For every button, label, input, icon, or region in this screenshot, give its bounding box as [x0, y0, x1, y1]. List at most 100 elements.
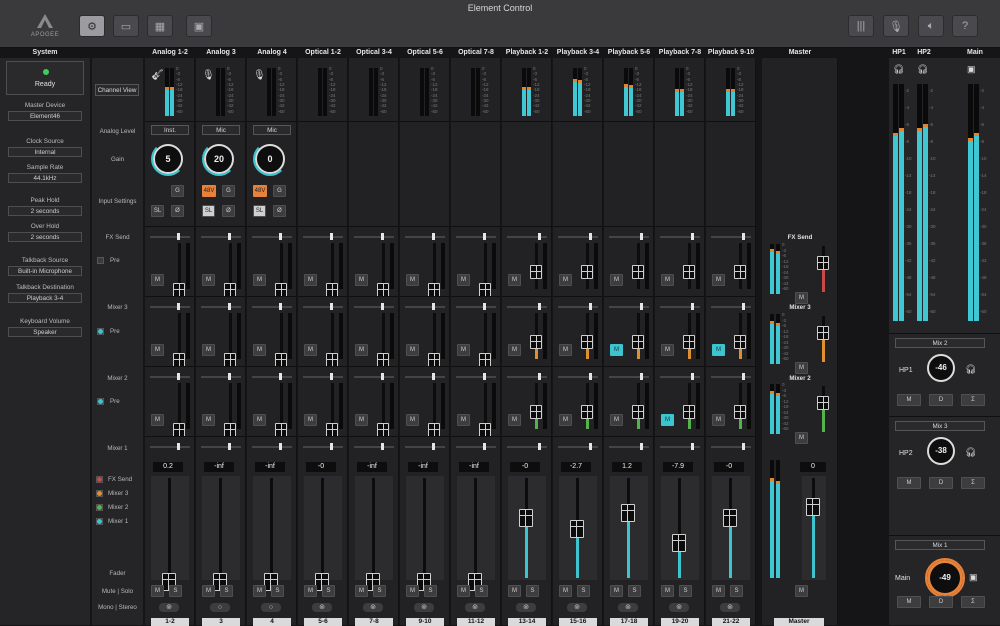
send-mute-button[interactable]: M: [151, 414, 164, 426]
send-mute-button[interactable]: M: [304, 414, 317, 426]
solo-button[interactable]: S: [322, 585, 335, 597]
pan-track[interactable]: [660, 446, 700, 448]
send-fader-cap[interactable]: [632, 335, 644, 349]
solo-button[interactable]: S: [475, 585, 488, 597]
pan-knob[interactable]: [589, 303, 592, 310]
pan-track[interactable]: [456, 376, 496, 378]
pan-knob[interactable]: [538, 443, 541, 450]
mix2-sum-button[interactable]: Σ: [961, 394, 985, 406]
send-fader-cap[interactable]: [275, 353, 287, 367]
main-fader-cap[interactable]: [621, 504, 635, 522]
send-mute-button[interactable]: M: [457, 274, 470, 286]
pan-knob[interactable]: [432, 303, 435, 310]
mixer3-pre-toggle[interactable]: [97, 328, 104, 335]
mute-button[interactable]: M: [253, 585, 266, 597]
pan-track[interactable]: [150, 306, 190, 308]
stereo-link-icon[interactable]: ⊚: [669, 603, 689, 612]
mute-button[interactable]: M: [610, 585, 623, 597]
send-mute-button[interactable]: M: [508, 344, 521, 356]
pan-track[interactable]: [660, 376, 700, 378]
phantom-power-button[interactable]: 48V: [202, 185, 216, 197]
send-fader-cap[interactable]: [377, 423, 389, 437]
pan-knob[interactable]: [228, 303, 231, 310]
mix1-mute-button[interactable]: M: [897, 596, 921, 608]
send-mute-button[interactable]: M: [508, 414, 521, 426]
mute-button[interactable]: M: [508, 585, 521, 597]
pan-knob[interactable]: [483, 233, 486, 240]
mixer2-pre-toggle[interactable]: [97, 398, 104, 405]
pan-knob[interactable]: [538, 303, 541, 310]
master-send-mute[interactable]: M: [795, 432, 808, 444]
main-fader-cap[interactable]: [672, 534, 686, 552]
softlimit-button[interactable]: SL: [202, 205, 215, 217]
softlimit-button[interactable]: SL: [151, 205, 164, 217]
send-fader-cap[interactable]: [632, 265, 644, 279]
solo-button[interactable]: S: [220, 585, 233, 597]
send-mute-button[interactable]: M: [406, 274, 419, 286]
send-fader-cap[interactable]: [581, 335, 593, 349]
pan-knob[interactable]: [691, 233, 694, 240]
pan-track[interactable]: [354, 446, 394, 448]
pan-knob[interactable]: [691, 303, 694, 310]
pan-knob[interactable]: [330, 233, 333, 240]
legend-toggle[interactable]: [96, 504, 103, 511]
send-mute-button[interactable]: M: [712, 344, 725, 356]
pan-knob[interactable]: [742, 373, 745, 380]
analog-level-select[interactable]: Mic: [202, 125, 240, 135]
meters-button[interactable]: |||: [848, 15, 874, 37]
help-button[interactable]: ?: [952, 15, 978, 37]
mixer-view-button[interactable]: ▦: [147, 15, 173, 37]
mono-icon[interactable]: ○: [261, 603, 281, 612]
master-send-mute[interactable]: M: [795, 292, 808, 304]
send-mute-button[interactable]: M: [559, 344, 572, 356]
send-mute-button[interactable]: M: [661, 274, 674, 286]
send-fader-cap[interactable]: [683, 265, 695, 279]
pan-knob[interactable]: [279, 233, 282, 240]
send-mute-button[interactable]: M: [253, 414, 266, 426]
send-mute-button[interactable]: M: [202, 274, 215, 286]
pan-track[interactable]: [201, 236, 241, 238]
pan-track[interactable]: [150, 446, 190, 448]
pan-knob[interactable]: [589, 373, 592, 380]
stereo-link-icon[interactable]: ⊚: [720, 603, 740, 612]
pan-knob[interactable]: [640, 233, 643, 240]
solo-button[interactable]: S: [526, 585, 539, 597]
mute-button[interactable]: M: [304, 585, 317, 597]
send-fader-cap[interactable]: [173, 283, 185, 297]
master-mute-button[interactable]: M: [795, 585, 808, 597]
mix1-dim-button[interactable]: D: [929, 596, 953, 608]
legend-toggle[interactable]: [96, 476, 103, 483]
pan-knob[interactable]: [538, 373, 541, 380]
group-button[interactable]: G: [171, 185, 184, 197]
pan-track[interactable]: [252, 446, 292, 448]
pan-knob[interactable]: [177, 233, 180, 240]
send-fader-cap[interactable]: [326, 283, 338, 297]
send-fader-cap[interactable]: [632, 405, 644, 419]
main-fader-track[interactable]: [321, 478, 324, 578]
pan-knob[interactable]: [538, 233, 541, 240]
phantom-power-button[interactable]: 48V: [253, 185, 267, 197]
settings-button[interactable]: ⚙: [79, 15, 105, 37]
send-fader-cap[interactable]: [479, 353, 491, 367]
pan-knob[interactable]: [742, 303, 745, 310]
send-mute-button[interactable]: M: [508, 274, 521, 286]
stereo-link-icon[interactable]: ⊚: [465, 603, 485, 612]
mute-button[interactable]: M: [457, 585, 470, 597]
send-fader-cap[interactable]: [173, 353, 185, 367]
send-fader-cap[interactable]: [683, 335, 695, 349]
send-fader-cap[interactable]: [530, 405, 542, 419]
send-fader-cap[interactable]: [581, 405, 593, 419]
pan-knob[interactable]: [381, 303, 384, 310]
send-fader-cap[interactable]: [377, 283, 389, 297]
send-fader-cap[interactable]: [734, 405, 746, 419]
pan-knob[interactable]: [691, 443, 694, 450]
system-setting-value[interactable]: Playback 3-4: [8, 293, 82, 303]
send-mute-button[interactable]: M: [202, 344, 215, 356]
solo-button[interactable]: S: [271, 585, 284, 597]
send-mute-button[interactable]: M: [610, 414, 623, 426]
send-fader-cap[interactable]: [734, 335, 746, 349]
main-fader-cap[interactable]: [723, 509, 737, 527]
system-setting-value[interactable]: Internal: [8, 147, 82, 157]
pan-knob[interactable]: [228, 443, 231, 450]
mute-button[interactable]: M: [661, 585, 674, 597]
